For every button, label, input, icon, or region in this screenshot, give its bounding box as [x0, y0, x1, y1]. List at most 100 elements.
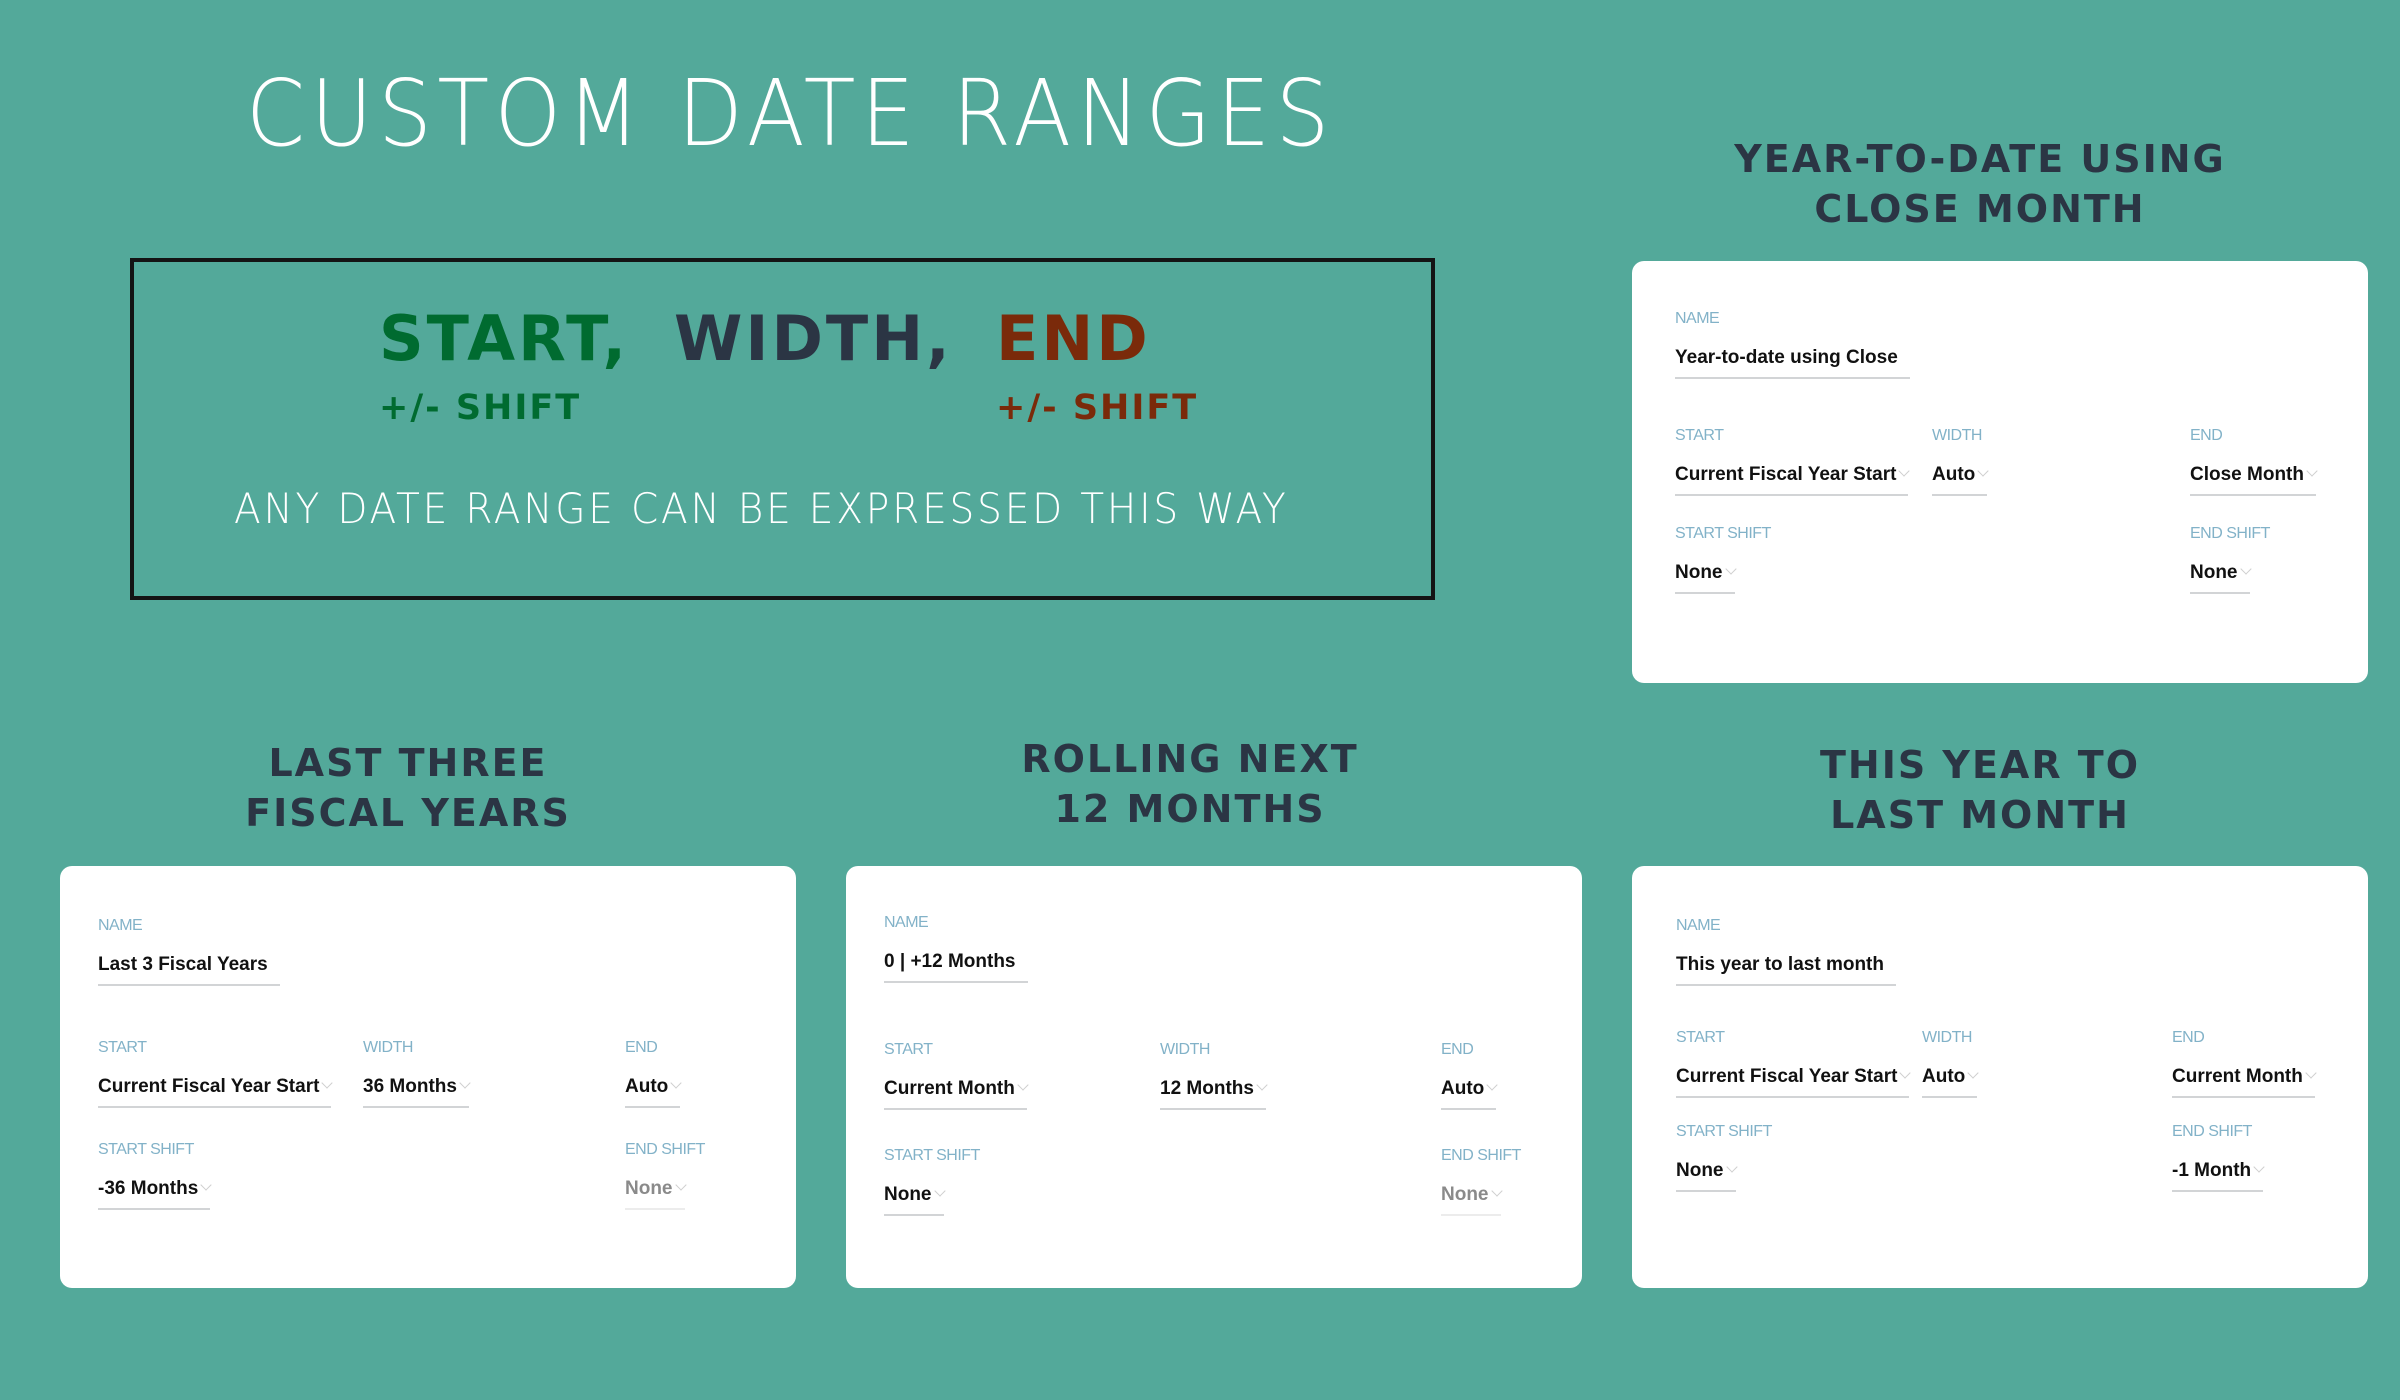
start-shift-value: -36 Months	[98, 1178, 199, 1199]
start-select[interactable]: Current Fiscal Year Start	[1675, 464, 1911, 496]
end-shift-select[interactable]: None	[1441, 1184, 1503, 1216]
heading-line: LAST THREE	[268, 741, 548, 785]
chevron-down-icon	[200, 1179, 212, 1191]
width-select[interactable]: Auto	[1922, 1066, 1979, 1098]
end-value: Close Month	[2190, 464, 2304, 485]
start-shift-field: START SHIFT None	[1675, 524, 1771, 594]
end-field: END Current Month	[2172, 1028, 2317, 1098]
chevron-down-icon	[2239, 563, 2252, 575]
width-value: 36 Months	[363, 1076, 457, 1097]
name-field: NAME Last 3 Fiscal Years	[98, 916, 280, 986]
name-field: NAME Year-to-date using Close	[1675, 309, 1910, 379]
name-input[interactable]: This year to last month	[1676, 954, 1896, 986]
example-heading-ytd-close: YEAR-TO-DATE USING CLOSE MONTH	[1612, 134, 2348, 234]
formula-end: END	[996, 302, 1151, 375]
chevron-down-icon	[1490, 1185, 1503, 1197]
name-value: This year to last month	[1676, 954, 1884, 975]
example-heading-rolling-next-12: ROLLING NEXT 12 MONTHS	[822, 734, 1558, 834]
width-select[interactable]: Auto	[1932, 464, 1989, 496]
start-field: START Current Fiscal Year Start	[1675, 426, 1911, 496]
heading-line: FISCAL YEARS	[245, 791, 571, 835]
start-label: START	[884, 1041, 933, 1058]
start-shift-field: START SHIFT None	[884, 1146, 980, 1216]
start-shift-label: START SHIFT	[1676, 1123, 1772, 1140]
end-value: Current Month	[2172, 1066, 2303, 1087]
chevron-down-icon	[1017, 1079, 1029, 1091]
heading-line: CLOSE MONTH	[1814, 187, 2146, 231]
formula-subtitle: ANY DATE RANGE CAN BE EXPRESSED THIS WAY	[234, 484, 1289, 533]
start-select[interactable]: Current Fiscal Year Start	[98, 1076, 334, 1108]
end-select[interactable]: Close Month	[2190, 464, 2318, 496]
heading-line: THIS YEAR TO	[1819, 743, 2141, 787]
width-label: WIDTH	[1922, 1029, 1972, 1046]
end-field: END Auto	[1441, 1040, 1498, 1110]
width-field: WIDTH 12 Months	[1160, 1040, 1268, 1110]
name-value: Year-to-date using Close	[1675, 347, 1898, 368]
chevron-down-icon	[1725, 1161, 1738, 1173]
width-value: Auto	[1922, 1066, 1966, 1087]
example-heading-last-three-fiscal-years: LAST THREE FISCAL YEARS	[40, 738, 776, 838]
end-shift-label: END SHIFT	[2172, 1123, 2252, 1140]
start-label: START	[1676, 1029, 1725, 1046]
end-shift-field: END SHIFT None	[2190, 524, 2270, 594]
start-shift-select[interactable]: None	[1675, 562, 1737, 594]
name-input[interactable]: 0 | +12 Months	[884, 951, 1028, 983]
end-shift-label: END SHIFT	[1441, 1147, 1521, 1164]
page-title: CUSTOM DATE RANGES	[246, 60, 1335, 167]
start-shift-select[interactable]: -36 Months	[98, 1178, 212, 1210]
end-shift-select[interactable]: -1 Month	[2172, 1160, 2265, 1192]
end-shift-select[interactable]: None	[2190, 562, 2252, 594]
start-shift-select[interactable]: None	[884, 1184, 946, 1216]
end-shift-field: END SHIFT -1 Month	[2172, 1122, 2265, 1192]
start-select[interactable]: Current Month	[884, 1078, 1029, 1110]
name-input[interactable]: Last 3 Fiscal Years	[98, 954, 280, 986]
chevron-down-icon	[1724, 563, 1737, 575]
formula-box: START, WIDTH, END +/- SHIFT +/- SHIFT AN…	[130, 258, 1435, 600]
width-label: WIDTH	[363, 1039, 413, 1056]
chevron-down-icon	[1899, 1067, 1912, 1079]
end-select[interactable]: Auto	[1441, 1078, 1498, 1110]
width-select[interactable]: 12 Months	[1160, 1078, 1268, 1110]
name-value: Last 3 Fiscal Years	[98, 954, 268, 975]
date-range-card: NAME Year-to-date using Close START Current…	[1632, 261, 2368, 683]
name-label: NAME	[884, 914, 929, 931]
end-shift-value: None	[1441, 1184, 1489, 1205]
chevron-down-icon	[674, 1179, 687, 1191]
end-field: END Auto	[625, 1038, 682, 1108]
end-select[interactable]: Current Month	[2172, 1066, 2317, 1098]
start-shift-label: START SHIFT	[98, 1141, 194, 1158]
width-label: WIDTH	[1932, 427, 1982, 444]
end-select[interactable]: Auto	[625, 1076, 682, 1108]
width-label: WIDTH	[1160, 1041, 1210, 1058]
formula-end-shift: +/- SHIFT	[996, 388, 1199, 428]
start-label: START	[1675, 427, 1724, 444]
start-field: START Current Fiscal Year Start	[1676, 1028, 1912, 1098]
formula-width: WIDTH,	[674, 302, 953, 375]
chevron-down-icon	[1967, 1067, 1979, 1079]
start-value: Current Fiscal Year Start	[1675, 464, 1897, 485]
width-field: WIDTH 36 Months	[363, 1038, 471, 1108]
width-select[interactable]: 36 Months	[363, 1076, 471, 1108]
chevron-down-icon	[1256, 1079, 1268, 1091]
start-field: START Current Fiscal Year Start	[98, 1038, 334, 1108]
end-shift-field: END SHIFT None	[1441, 1146, 1521, 1216]
start-shift-select[interactable]: None	[1676, 1160, 1738, 1192]
chevron-down-icon	[1486, 1079, 1498, 1091]
end-shift-field: END SHIFT None	[625, 1140, 705, 1210]
end-shift-select[interactable]: None	[625, 1178, 687, 1210]
end-label: END	[1441, 1041, 1474, 1058]
width-field: WIDTH Auto	[1932, 426, 1989, 496]
name-field: NAME This year to last month	[1676, 916, 1896, 986]
start-select[interactable]: Current Fiscal Year Start	[1676, 1066, 1912, 1098]
width-value: 12 Months	[1160, 1078, 1254, 1099]
chevron-down-icon	[2306, 465, 2318, 477]
formula-start-shift: +/- SHIFT	[379, 388, 582, 428]
width-value: Auto	[1932, 464, 1976, 485]
heading-line: ROLLING NEXT	[1021, 737, 1359, 781]
chevron-down-icon	[933, 1185, 946, 1197]
end-shift-value: -1 Month	[2172, 1160, 2252, 1181]
end-label: END	[2172, 1029, 2205, 1046]
chevron-down-icon	[1898, 465, 1911, 477]
start-shift-value: None	[884, 1184, 932, 1205]
name-input[interactable]: Year-to-date using Close	[1675, 347, 1910, 379]
